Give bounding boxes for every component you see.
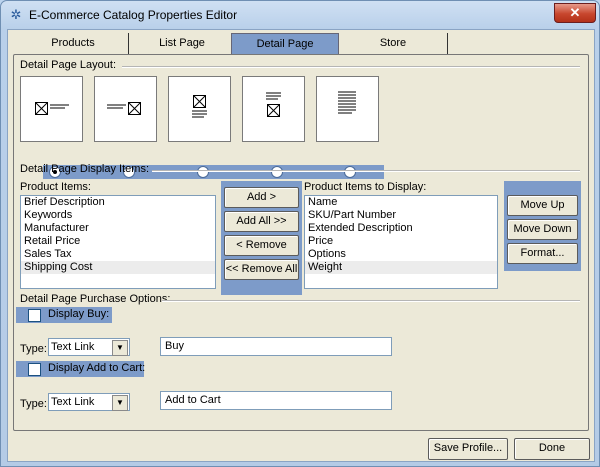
order-button-group: Move Up Move Down Format... <box>504 181 581 271</box>
image-left-text-right-icon <box>35 102 69 115</box>
product-items-label: Product Items: <box>20 181 91 193</box>
chevron-down-icon: ▼ <box>112 395 128 411</box>
list-item[interactable]: Options <box>305 248 497 261</box>
layout-radio-4[interactable] <box>271 166 283 178</box>
list-item[interactable]: Manufacturer <box>21 222 215 235</box>
list-item[interactable]: Name <box>305 196 497 209</box>
close-button[interactable]: ✕ <box>554 3 596 23</box>
list-item[interactable]: Price <box>305 235 497 248</box>
display-buy-row[interactable]: Display Buy: <box>16 307 112 323</box>
layout-option-image-top[interactable] <box>168 76 231 142</box>
type-label: Type: <box>20 343 47 355</box>
format-button[interactable]: Format... <box>507 243 578 264</box>
window: ✲ E-Commerce Catalog Properties Editor ✕… <box>0 0 600 467</box>
done-button[interactable]: Done <box>514 438 590 460</box>
layout-option-image-right[interactable] <box>94 76 157 142</box>
save-profile-button[interactable]: Save Profile... <box>428 438 508 460</box>
cart-type-select[interactable]: Text Link ▼ <box>48 393 130 411</box>
layout-option-image-left[interactable] <box>20 76 83 142</box>
cart-type-value: Text Link <box>51 396 95 408</box>
text-left-image-right-icon <box>107 102 141 115</box>
display-cart-label: Display Add to Cart: <box>48 362 146 374</box>
move-down-button[interactable]: Move Down <box>507 219 578 240</box>
list-item[interactable]: Extended Description <box>305 222 497 235</box>
text-only-icon <box>338 91 356 114</box>
purchase-section-label: Detail Page Purchase Options: <box>20 293 171 305</box>
tab-detail-page[interactable]: Detail Page <box>231 33 339 55</box>
list-item[interactable]: Keywords <box>21 209 215 222</box>
tab-list-page[interactable]: List Page <box>129 33 236 54</box>
layout-option-text-top[interactable] <box>242 76 305 142</box>
move-up-button[interactable]: Move Up <box>507 195 578 216</box>
layout-section-label: Detail Page Layout: <box>20 59 117 71</box>
add-button[interactable]: Add > <box>224 187 299 208</box>
transfer-button-group: Add > Add All >> < Remove << Remove All <box>221 181 302 295</box>
section-divider <box>152 170 580 172</box>
display-items-label: Product Items to Display: <box>304 181 427 193</box>
list-item[interactable]: Brief Description <box>21 196 215 209</box>
list-item[interactable]: SKU/Part Number <box>305 209 497 222</box>
remove-all-button[interactable]: << Remove All <box>224 259 299 280</box>
display-cart-checkbox[interactable] <box>28 363 41 376</box>
close-icon: ✕ <box>569 5 581 20</box>
list-item[interactable]: Shipping Cost <box>21 261 215 274</box>
title-bar[interactable]: ✲ E-Commerce Catalog Properties Editor ✕ <box>1 1 599 29</box>
buy-type-select[interactable]: Text Link ▼ <box>48 338 130 356</box>
add-all-button[interactable]: Add All >> <box>224 211 299 232</box>
cart-type-label: Type: <box>20 398 47 410</box>
layout-radio-3[interactable] <box>197 166 209 178</box>
detail-page-panel: Detail Page Layout: Detail Page Display … <box>13 54 589 431</box>
section-divider <box>122 66 580 68</box>
display-buy-checkbox[interactable] <box>28 309 41 322</box>
gear-icon: ✲ <box>10 7 22 22</box>
tab-products[interactable]: Products <box>18 33 129 54</box>
remove-button[interactable]: < Remove <box>224 235 299 256</box>
image-top-text-bottom-icon <box>192 95 207 118</box>
text-top-image-bottom-icon <box>266 92 281 117</box>
chevron-down-icon: ▼ <box>112 340 128 356</box>
list-item[interactable]: Sales Tax <box>21 248 215 261</box>
tab-store[interactable]: Store <box>339 33 448 54</box>
cart-text-input[interactable]: Add to Cart <box>160 391 392 410</box>
display-items-list[interactable]: Name SKU/Part Number Extended Descriptio… <box>304 195 498 289</box>
buy-text-input[interactable]: Buy <box>160 337 392 356</box>
display-items-section-label: Detail Page Display Items: <box>20 163 149 175</box>
layout-radio-5[interactable] <box>344 166 356 178</box>
section-divider <box>162 300 580 302</box>
display-cart-row[interactable]: Display Add to Cart: <box>16 361 146 377</box>
display-buy-label: Display Buy: <box>48 308 110 320</box>
window-title: E-Commerce Catalog Properties Editor <box>29 8 238 22</box>
product-items-list[interactable]: Brief Description Keywords Manufacturer … <box>20 195 216 289</box>
list-item[interactable]: Weight <box>305 261 497 274</box>
buy-type-value: Text Link <box>51 341 95 353</box>
layout-option-text-only[interactable] <box>316 76 379 142</box>
dialog-body: Products List Page Detail Page Store Det… <box>7 29 595 462</box>
list-item[interactable]: Retail Price <box>21 235 215 248</box>
